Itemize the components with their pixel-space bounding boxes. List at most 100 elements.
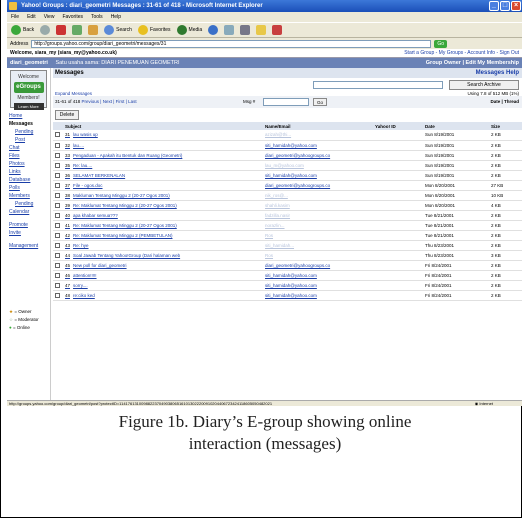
email-cell[interactable]: Ros	[263, 230, 373, 241]
row-checkbox-cell[interactable]	[53, 180, 63, 191]
row-checkbox[interactable]	[55, 132, 60, 138]
subject-cell[interactable]: 46 attention!!!!!	[63, 270, 263, 281]
sort-links[interactable]: Date | Thread	[490, 96, 519, 108]
sidebar-item-post[interactable]: Post	[9, 136, 50, 144]
message-subject[interactable]: Re: hye	[73, 243, 89, 248]
subject-cell[interactable]: 42 Re: Maklumat Tentang Minggu 2 (PEMBETU…	[63, 230, 263, 241]
message-subject[interactable]: Re: Maklumat Tentang Minggu 2 (PEMBETULA…	[73, 233, 172, 238]
msg-go-button[interactable]: Go	[313, 98, 327, 106]
row-checkbox[interactable]	[55, 272, 60, 278]
sidebar-item-pending[interactable]: Pending	[9, 128, 50, 136]
folder-icon[interactable]	[256, 25, 267, 35]
sidebar-item-management[interactable]: Management	[9, 242, 50, 250]
subject-cell[interactable]: 43 Re: hye	[63, 240, 263, 251]
sidebar-item-messages[interactable]: Messages	[9, 120, 50, 128]
sidebar-item-files[interactable]: Files	[9, 152, 50, 160]
message-subject[interactable]: File - ogos.doc	[73, 183, 103, 188]
row-checkbox-cell[interactable]	[53, 220, 63, 231]
row-checkbox-cell[interactable]	[53, 170, 63, 181]
address-input[interactable]: http://groups.yahoo.com/group/diari_geom…	[31, 39, 432, 48]
account-links[interactable]: Start a Group - My Groups - Account Info…	[404, 49, 519, 58]
message-subject[interactable]: Re: Maklumat Tentang Minggu 2 (20-27 Ogo…	[73, 203, 177, 208]
print-icon[interactable]	[240, 25, 251, 35]
subject-cell[interactable]: 45 New poll for diari_geometri	[63, 260, 263, 271]
email-cell[interactable]: siti_hamidah...	[263, 240, 373, 251]
msg-number-input[interactable]	[263, 98, 309, 106]
sidebar-item-promote[interactable]: Promote	[9, 221, 50, 229]
row-checkbox-cell[interactable]	[53, 210, 63, 221]
menu-favorites[interactable]: Favorites	[62, 12, 83, 22]
sidebar-item-links[interactable]: Links	[9, 168, 50, 176]
row-checkbox[interactable]	[55, 252, 60, 258]
delete-button[interactable]: Delete	[55, 110, 79, 120]
menu-view[interactable]: View	[44, 12, 55, 22]
message-subject[interactable]: Re: Maklumat Tentang Minggu 2 (20-27 Ogo…	[73, 223, 177, 228]
email-cell[interactable]: siti_hamidah@yahoo.com	[263, 170, 373, 181]
row-checkbox[interactable]	[55, 152, 60, 158]
row-checkbox[interactable]	[55, 282, 60, 288]
pager-links[interactable]: Previous | Next | First | Last	[82, 99, 137, 104]
learn-more-button[interactable]: Learn More	[13, 103, 44, 110]
email-cell[interactable]: diari_geometri@yahoogroups.co	[263, 150, 373, 161]
col-name-email[interactable]: Name/Email	[263, 122, 373, 130]
subject-cell[interactable]: 31 lau wasis up	[63, 130, 263, 141]
subject-cell[interactable]: 32 lau....	[63, 140, 263, 151]
menu-file[interactable]: File	[11, 12, 19, 22]
maximize-button[interactable]: □	[500, 1, 510, 11]
row-checkbox[interactable]	[55, 262, 60, 268]
subject-cell[interactable]: 33 Pengaduan - Apakah itu Bentuk dan Ruan…	[63, 150, 263, 161]
refresh-icon[interactable]	[72, 25, 83, 35]
sidebar-item-polls[interactable]: Polls	[9, 184, 50, 192]
email-cell[interactable]: diari_geometri@yahoogroups.co	[263, 260, 373, 271]
stop-icon[interactable]	[56, 25, 67, 35]
row-checkbox-cell[interactable]	[53, 190, 63, 201]
subject-cell[interactable]: 41 Re: Maklumat Tentang Minggu 2 (20-27 O…	[63, 220, 263, 231]
subject-cell[interactable]: 48 re:ciko ked	[63, 290, 263, 301]
row-checkbox[interactable]	[55, 292, 60, 298]
row-checkbox[interactable]	[55, 202, 60, 208]
search-archive-button[interactable]: Search Archive	[449, 80, 519, 90]
history-icon[interactable]	[208, 25, 219, 35]
search-button[interactable]: Search	[104, 25, 132, 35]
row-checkbox[interactable]	[55, 242, 60, 248]
home-icon[interactable]	[88, 25, 99, 35]
message-subject[interactable]: Soal Jawab Tentang Yahoo!Group (Dari hal…	[73, 253, 180, 258]
email-cell[interactable]: siti_hamidah@yahoo.com	[263, 290, 373, 301]
email-cell[interactable]: siti_hamidah@yahoo.com	[263, 280, 373, 291]
row-checkbox[interactable]	[55, 142, 60, 148]
sidebar-item-database[interactable]: Database	[9, 176, 50, 184]
email-cell[interactable]: siti_hamidah@yahoo.com	[263, 140, 373, 151]
message-subject[interactable]: Makluman Tentang Minggu 2 (20-27 Ogos 20…	[73, 193, 170, 198]
message-subject[interactable]: lau wasis up	[73, 132, 98, 137]
row-checkbox[interactable]	[55, 192, 60, 198]
email-cell[interactable]: Ros	[263, 250, 373, 261]
row-checkbox[interactable]	[55, 212, 60, 218]
email-cell[interactable]: azizah@thi...	[263, 130, 373, 141]
sidebar-item-invite[interactable]: Invite	[9, 229, 50, 237]
row-checkbox[interactable]	[55, 182, 60, 188]
col-size[interactable]: Size	[489, 122, 522, 130]
email-cell[interactable]: shahli.kasim	[263, 200, 373, 211]
row-checkbox[interactable]	[55, 172, 60, 178]
row-checkbox-cell[interactable]	[53, 160, 63, 171]
mail-icon[interactable]	[224, 25, 235, 35]
row-checkbox-cell[interactable]	[53, 230, 63, 241]
menu-edit[interactable]: Edit	[27, 12, 36, 22]
sidebar-item-home[interactable]: Home	[9, 112, 50, 120]
message-subject[interactable]: lau....	[73, 143, 84, 148]
egroups-promo[interactable]: Welcome eGroups Members! Learn More	[10, 70, 47, 110]
subject-cell[interactable]: 38 Makluman Tentang Minggu 2 (20-27 Ogos …	[63, 190, 263, 201]
row-checkbox-cell[interactable]	[53, 130, 63, 141]
row-checkbox-cell[interactable]	[53, 240, 63, 251]
row-checkbox[interactable]	[55, 162, 60, 168]
media-button[interactable]: Media	[176, 25, 202, 35]
email-cell[interactable]: siti_hamidah@yahoo.com	[263, 270, 373, 281]
subject-cell[interactable]: 44 Soal Jawab Tentang Yahoo!Group (Dari h…	[63, 250, 263, 261]
group-owner-links[interactable]: Group Owner | Edit My Membership	[426, 58, 519, 68]
email-cell[interactable]: fadzilla.nasir	[263, 210, 373, 221]
address-go-button[interactable]: Go	[434, 39, 448, 48]
sidebar-item-photos[interactable]: Photos	[9, 160, 50, 168]
forward-arrow-icon[interactable]	[40, 25, 51, 35]
subject-cell[interactable]: 47 sorry....	[63, 280, 263, 291]
row-checkbox-cell[interactable]	[53, 250, 63, 261]
